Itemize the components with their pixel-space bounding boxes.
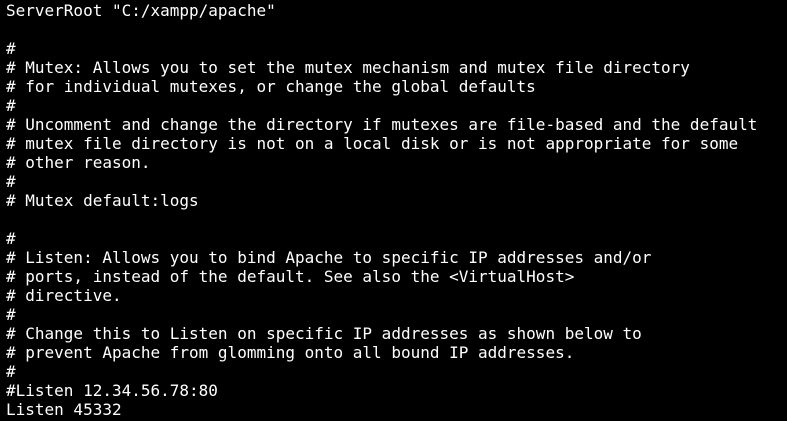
config-comment-mutex: # Mutex default:logs: [6, 191, 199, 210]
terminal-window[interactable]: ServerRoot "C:/xampp/apache" # # Mutex: …: [0, 0, 787, 421]
config-comment-line: #: [6, 362, 16, 381]
config-comment-line: # ports, instead of the default. See als…: [6, 267, 575, 286]
config-comment-line: #: [6, 305, 16, 324]
config-comment-line: # Mutex: Allows you to set the mutex mec…: [6, 58, 690, 77]
config-comment-line: # for individual mutexes, or change the …: [6, 77, 536, 96]
config-comment-line: # mutex file directory is not on a local…: [6, 134, 739, 153]
config-comment-listen: #Listen 12.34.56.78:80: [6, 381, 218, 400]
config-comment-line: # Uncomment and change the directory if …: [6, 115, 758, 134]
config-line-listen: Listen 45332: [6, 400, 122, 419]
config-comment-line: # prevent Apache from glomming onto all …: [6, 343, 575, 362]
config-comment-line: #: [6, 229, 16, 248]
config-comment-line: #: [6, 172, 16, 191]
config-comment-line: # Change this to Listen on specific IP a…: [6, 324, 642, 343]
config-comment-line: # directive.: [6, 286, 122, 305]
config-line-serverroot: ServerRoot "C:/xampp/apache": [6, 1, 276, 20]
config-line-blank: [6, 210, 787, 229]
config-comment-line: #: [6, 96, 16, 115]
config-comment-line: # other reason.: [6, 153, 151, 172]
config-comment-line: # Listen: Allows you to bind Apache to s…: [6, 248, 652, 267]
config-comment-line: #: [6, 39, 16, 58]
config-line-blank: [6, 20, 787, 39]
